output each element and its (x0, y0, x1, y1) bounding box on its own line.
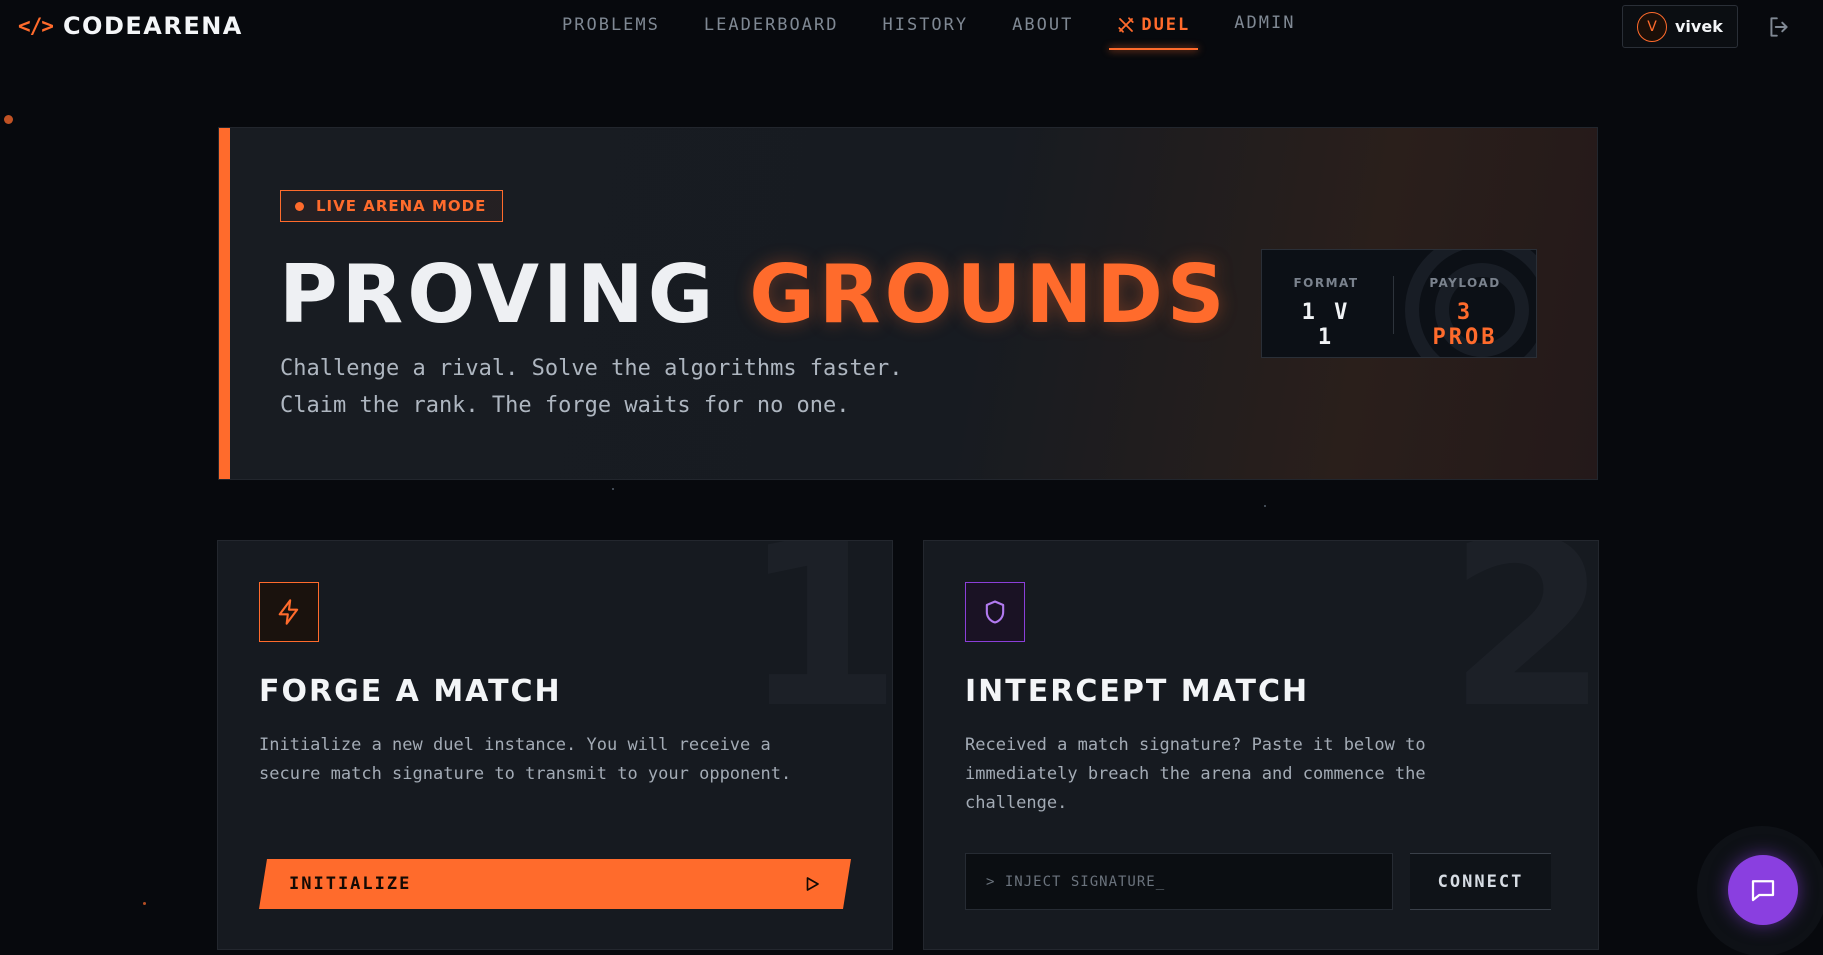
shield-icon (985, 600, 1005, 624)
play-icon (803, 875, 821, 893)
card-title: FORGE A MATCH (259, 674, 562, 709)
crossed-swords-icon (1118, 17, 1134, 33)
logout-icon[interactable] (1766, 14, 1792, 40)
brand-name: CODEARENA (62, 12, 243, 40)
live-badge-label: LIVE ARENA MODE (316, 197, 487, 215)
initialize-button-label: INITIALIZE (289, 874, 412, 894)
match-stats-panel: FORMAT 1 V 1 PAYLOAD 3 PROB (1261, 249, 1537, 358)
card-title: INTERCEPT MATCH (965, 674, 1310, 709)
nav-item-history[interactable]: HISTORY (860, 0, 990, 50)
top-nav: </> CODEARENA PROBLEMS LEADERBOARD HISTO… (0, 0, 1823, 56)
nav-item-label: LEADERBOARD (703, 15, 839, 35)
chat-bubble-icon (1751, 880, 1775, 902)
subtitle-line: Claim the rank. The forge waits for no o… (280, 393, 850, 418)
connect-button[interactable]: CONNECT (1410, 853, 1551, 910)
payload-label: PAYLOAD (1429, 276, 1501, 290)
code-brackets-icon: </> (18, 14, 54, 38)
hero-accent-bar (219, 128, 230, 479)
payload-stat: PAYLOAD 3 PROB (1417, 276, 1513, 350)
chat-button[interactable] (1728, 855, 1798, 925)
lightning-icon-box (259, 582, 319, 642)
card-number-watermark: 2 (1447, 540, 1599, 759)
hero-banner: LIVE ARENA MODE PROVING GROUNDS Challeng… (218, 127, 1598, 480)
intercept-match-card: 2 INTERCEPT MATCH Received a match signa… (923, 540, 1599, 950)
brand-logo[interactable]: </> CODEARENA (18, 12, 243, 40)
card-description: Initialize a new duel instance. You will… (259, 735, 792, 784)
hero-subtitle: Challenge a rival. Solve the algorithms … (280, 350, 1040, 424)
page-title: PROVING GROUNDS (279, 248, 1228, 341)
nav-item-label: HISTORY (882, 15, 969, 35)
title-accent: GROUNDS (749, 248, 1229, 341)
initialize-button[interactable]: INITIALIZE (259, 859, 851, 909)
payload-value: 3 PROB (1432, 300, 1498, 350)
nav-item-admin[interactable]: ADMIN (1212, 0, 1317, 48)
subtitle-line: Challenge a rival. Solve the algorithms … (280, 356, 903, 381)
nav-item-duel[interactable]: DUEL (1095, 0, 1212, 50)
signature-input[interactable] (965, 853, 1393, 910)
card-description: Received a match signature? Paste it bel… (965, 735, 1426, 813)
nav-item-about[interactable]: ABOUT (990, 0, 1095, 50)
live-dot-icon (295, 201, 304, 211)
nav-links: PROBLEMS LEADERBOARD HISTORY ABOUT DUEL … (540, 0, 1317, 56)
nav-item-label: DUEL (1141, 15, 1191, 35)
forge-match-card: 1 FORGE A MATCH Initialize a new duel in… (217, 540, 893, 950)
nav-item-leaderboard[interactable]: LEADERBOARD (682, 0, 861, 50)
ember-particle (4, 115, 13, 124)
page: </> CODEARENA PROBLEMS LEADERBOARD HISTO… (0, 0, 1823, 955)
ember-particle (612, 488, 614, 490)
lightning-icon (278, 599, 299, 625)
stats-divider (1393, 276, 1394, 334)
card-number-watermark: 1 (741, 540, 893, 759)
username: vivek (1675, 17, 1723, 36)
format-value: 1 V 1 (1301, 300, 1351, 350)
ember-particle (143, 902, 146, 905)
user-menu[interactable]: V vivek (1622, 5, 1738, 48)
nav-item-label: ADMIN (1234, 13, 1296, 33)
format-stat: FORMAT 1 V 1 (1286, 276, 1366, 350)
format-label: FORMAT (1293, 276, 1359, 290)
connect-button-label: CONNECT (1437, 871, 1524, 892)
live-mode-badge: LIVE ARENA MODE (280, 190, 504, 222)
nav-item-label: ABOUT (1012, 15, 1074, 35)
nav-item-label: PROBLEMS (562, 15, 660, 35)
shield-icon-box (965, 582, 1025, 642)
avatar: V (1637, 11, 1667, 42)
nav-item-problems[interactable]: PROBLEMS (540, 0, 682, 50)
title-primary: PROVING (279, 248, 718, 341)
ember-particle (1264, 505, 1266, 507)
